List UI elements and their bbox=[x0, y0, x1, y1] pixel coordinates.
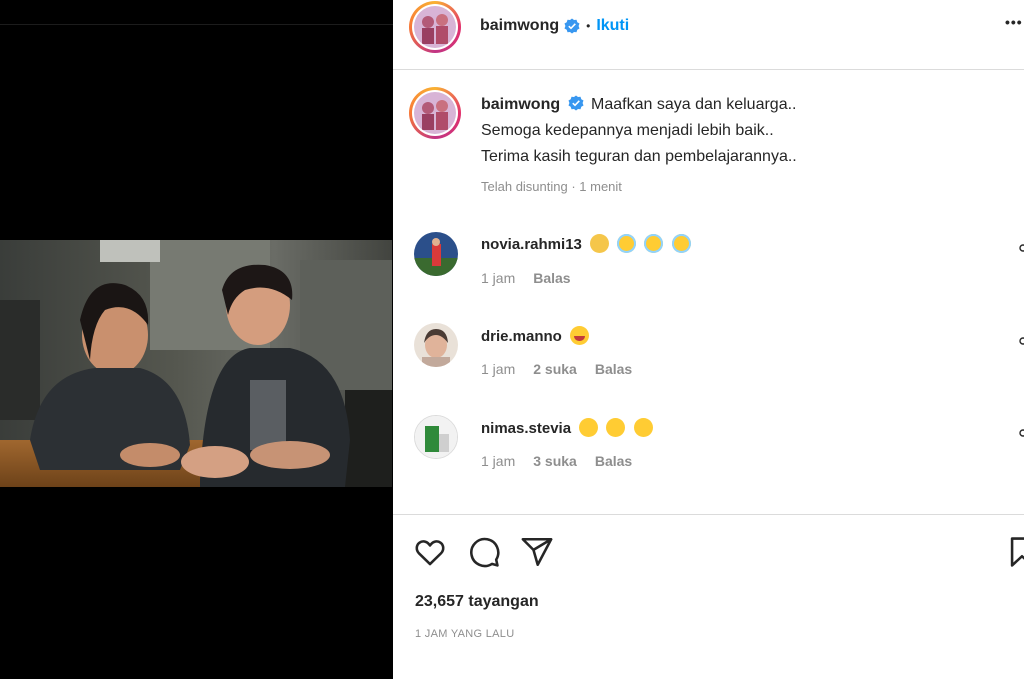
post-panel: baimwong • Ikuti ••• baimwong Maafkan sa… bbox=[393, 0, 1024, 679]
eye-roll-emoji bbox=[579, 418, 599, 437]
comment-item: novia.rahmi13 1 jam Balas bbox=[393, 230, 1024, 310]
more-options-icon[interactable]: ••• bbox=[1005, 14, 1023, 30]
comment-time: 1 jam bbox=[481, 361, 516, 377]
comment-meta: 1 jam 3 suka Balas bbox=[481, 453, 650, 469]
caption-text: baimwong Maafkan saya dan keluarga.. Sem… bbox=[481, 92, 1001, 194]
angel-face-emoji bbox=[617, 234, 637, 253]
comment-time: 1 jam bbox=[481, 453, 516, 469]
view-count[interactable]: 23,657 tayangan bbox=[415, 593, 539, 611]
avatar-image bbox=[414, 92, 456, 134]
comment-body: nimas.stevia bbox=[481, 418, 653, 437]
comment-username[interactable]: drie.manno bbox=[481, 328, 562, 345]
commenter-avatar[interactable] bbox=[414, 415, 458, 459]
comment-like-icon[interactable] bbox=[1019, 429, 1024, 437]
share-icon[interactable] bbox=[520, 535, 554, 569]
laughing-face-emoji bbox=[570, 326, 590, 345]
reply-button[interactable]: Balas bbox=[595, 453, 632, 469]
caption-avatar[interactable] bbox=[409, 87, 461, 139]
action-bar: 23,657 tayangan 1 JAM YANG LALU bbox=[393, 514, 1024, 679]
eye-roll-emoji bbox=[633, 418, 653, 437]
caption-line-2: Semoga kedepannya menjadi lebih baik.. bbox=[481, 122, 774, 139]
media-divider bbox=[0, 24, 393, 25]
comment-like-icon[interactable] bbox=[1019, 337, 1024, 345]
comment-body: novia.rahmi13 bbox=[481, 234, 691, 253]
heart-icon[interactable] bbox=[413, 535, 447, 569]
avatar-image bbox=[414, 6, 456, 48]
avatar-image bbox=[415, 416, 457, 458]
follow-button[interactable]: Ikuti bbox=[596, 17, 629, 35]
caption-meta: Telah disunting · 1 menit bbox=[481, 179, 622, 194]
comment-username[interactable]: novia.rahmi13 bbox=[481, 236, 582, 253]
profile-avatar[interactable] bbox=[409, 1, 461, 53]
reply-button[interactable]: Balas bbox=[595, 361, 632, 377]
post-timestamp[interactable]: 1 JAM YANG LALU bbox=[415, 628, 514, 640]
verified-badge-icon bbox=[568, 95, 584, 111]
post-video[interactable] bbox=[0, 240, 392, 487]
comment-item: nimas.stevia 1 jam 3 suka Balas bbox=[393, 413, 1024, 493]
caption-line-1: baimwong Maafkan saya dan keluarga.. bbox=[481, 92, 1001, 118]
post-header: baimwong • Ikuti ••• bbox=[393, 0, 1024, 70]
comment-like-icon[interactable] bbox=[1019, 244, 1024, 252]
comment-meta: 1 jam 2 suka Balas bbox=[481, 361, 650, 377]
avatar-image bbox=[414, 232, 458, 276]
caption-line-3: Terima kasih teguran dan pembelajarannya… bbox=[481, 148, 797, 165]
comment-likes[interactable]: 3 suka bbox=[533, 453, 577, 469]
media-panel bbox=[0, 0, 393, 679]
comment-item: drie.manno 1 jam 2 suka Balas bbox=[393, 321, 1024, 401]
header-separator: • bbox=[586, 19, 591, 33]
angel-face-emoji bbox=[644, 234, 664, 253]
comment-meta: 1 jam Balas bbox=[481, 270, 589, 286]
comment-username[interactable]: nimas.stevia bbox=[481, 420, 571, 437]
reply-button[interactable]: Balas bbox=[533, 270, 570, 286]
commenter-avatar[interactable] bbox=[414, 323, 458, 367]
comment-likes[interactable]: 2 suka bbox=[533, 361, 577, 377]
caption-username[interactable]: baimwong bbox=[481, 96, 560, 113]
comment-body: drie.manno bbox=[481, 326, 590, 345]
bookmark-icon[interactable] bbox=[1005, 535, 1024, 569]
eye-roll-emoji bbox=[606, 418, 626, 437]
commenter-avatar[interactable] bbox=[414, 232, 458, 276]
verified-badge-icon bbox=[564, 18, 580, 34]
avatar-image bbox=[414, 323, 458, 367]
caption-line-1-text: Maafkan saya dan keluarga.. bbox=[591, 96, 797, 113]
person-praying-emoji bbox=[590, 234, 610, 253]
video-frame-image bbox=[0, 240, 392, 487]
angel-face-emoji bbox=[671, 234, 691, 253]
post-username[interactable]: baimwong bbox=[480, 17, 559, 35]
comment-time: 1 jam bbox=[481, 270, 516, 286]
header-user-row: baimwong • Ikuti bbox=[480, 15, 629, 37]
comment-icon[interactable] bbox=[467, 535, 501, 569]
